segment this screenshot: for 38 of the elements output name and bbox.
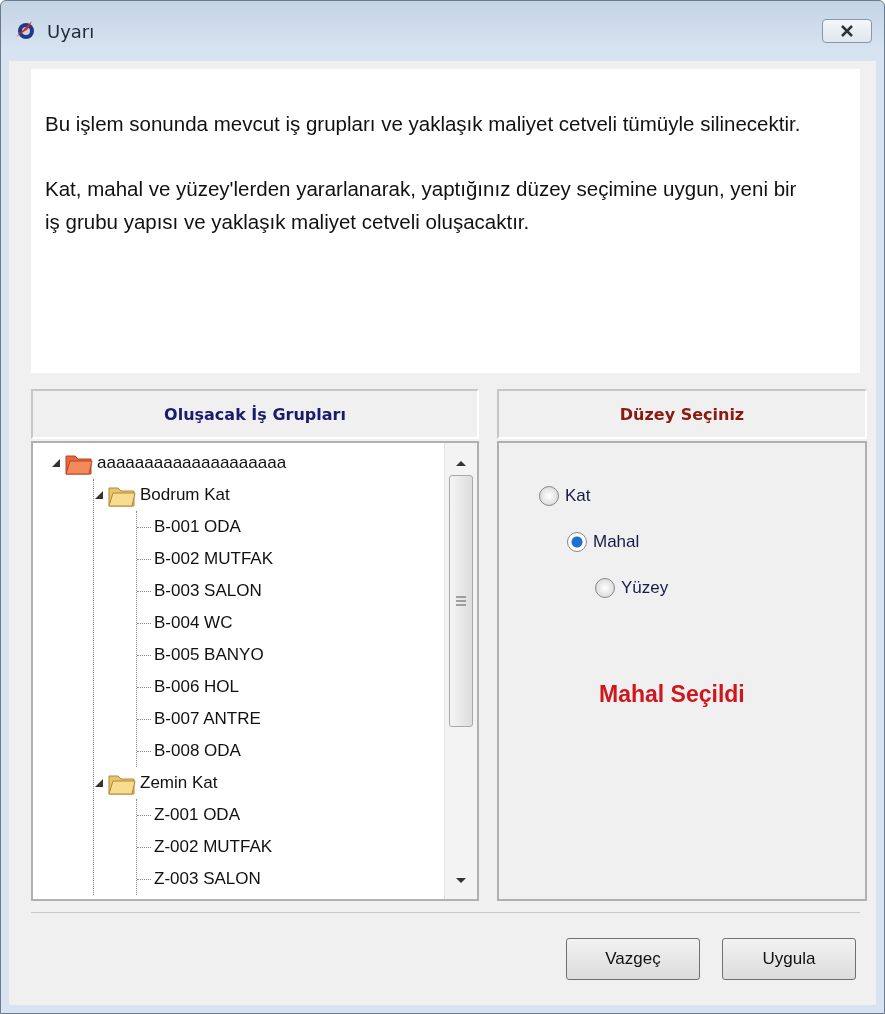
radio-button[interactable] [595,578,615,598]
radio-button[interactable] [567,532,587,552]
scroll-down-icon[interactable] [455,877,467,885]
tree-item[interactable]: B-006 HOL [154,677,240,697]
dialog-button[interactable]: Vazgeç [566,938,700,980]
tree-item[interactable]: Z-001 ODA [154,805,240,825]
panel-header: Düzey Seçiniz [497,389,867,439]
tree-item[interactable]: Z-003 SALON [154,869,261,889]
tree-item[interactable]: B-004 WC [154,613,233,633]
tree-item[interactable]: aaaaaaaaaaaaaaaaaaaa [97,453,287,473]
tree-item[interactable]: B-001 ODA [154,517,241,537]
tree-item[interactable]: B-002 MUTFAK [154,549,274,569]
tree-item[interactable]: Bodrum Kat [140,485,230,505]
tree-item[interactable]: B-003 SALON [154,581,262,601]
message-text: Bu işlem sonunda mevcut iş grupları ve yaklaşık maliyet cetveli tümüyle silinecektir. [45,111,802,137]
tree-item[interactable]: B-007 ANTRE [154,709,261,729]
radio-button[interactable] [539,486,559,506]
expanded-arrow-icon[interactable] [94,778,104,788]
status-text: Mahal Seçildi [599,681,746,708]
scrollbar[interactable] [444,443,477,899]
radio-option[interactable]: Kat [539,473,865,519]
grip-icon [456,596,466,606]
window-title: Uyarı [47,20,96,42]
message-text: Kat, mahal ve yüzey'lerden yararlanarak, yaptığınız düzey seçimine uygun, yeni bir iş grubu yapısı ve yaklaşık maliyet cetveli oluşacaktır. [45,176,798,235]
dialog-button[interactable]: Uygula [722,938,856,980]
tree-item[interactable]: B-005 BANYO [154,645,264,665]
panel-header: Oluşacak İş Grupları [31,389,479,439]
tree-item[interactable]: Z-002 MUTFAK [154,837,273,857]
tree-item[interactable]: Zemin Kat [140,773,218,793]
radio-option[interactable]: Mahal [567,519,865,565]
close-icon [840,25,854,37]
scroll-up-icon[interactable] [455,459,467,467]
expanded-arrow-icon[interactable] [51,458,61,468]
expanded-arrow-icon[interactable] [94,490,104,500]
radio-option[interactable]: Yüzey [595,565,865,611]
scroll-thumb[interactable] [449,475,473,727]
tree-item[interactable]: B-008 ODA [154,741,241,761]
close-button[interactable] [822,19,872,43]
